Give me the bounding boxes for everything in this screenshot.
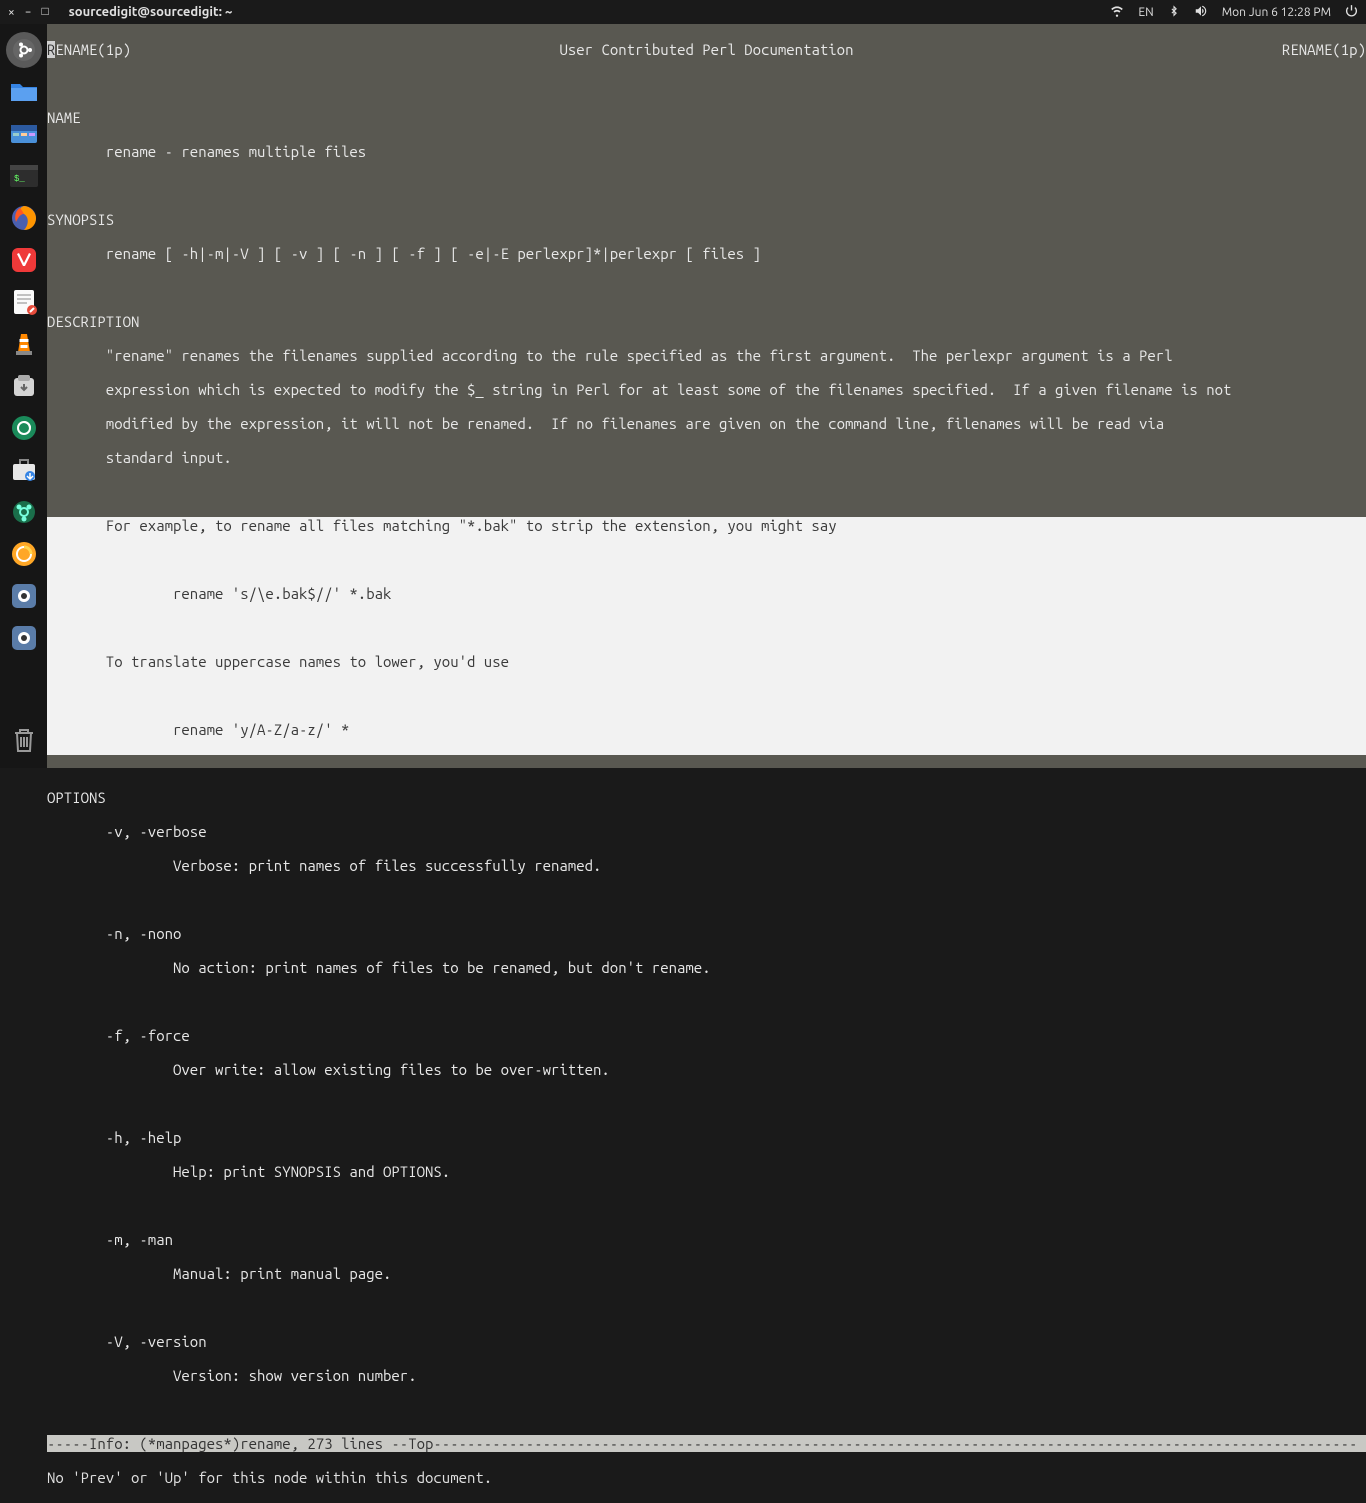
highlighted-region: For example, to rename all files matchin… <box>47 517 1366 755</box>
window-maximize-icon[interactable]: □ <box>41 5 48 19</box>
dock-vlc-icon[interactable] <box>6 326 42 362</box>
option-flag: -v, -verbose <box>47 823 1366 840</box>
desc-line: modified by the expression, it will not … <box>47 415 1366 432</box>
desc-cmd: rename 's/\e.bak$//' *.bak <box>47 585 1366 602</box>
desc-example: To translate uppercase names to lower, y… <box>47 653 1366 670</box>
blank-line <box>47 483 1366 500</box>
top-panel: × – □ sourcedigit@sourcedigit: ~ EN Mon … <box>0 0 1366 24</box>
power-icon[interactable] <box>1345 4 1358 20</box>
option-flag: -n, -nono <box>47 925 1366 942</box>
clock[interactable]: Mon Jun 6 12:28 PM <box>1222 6 1331 19</box>
dock-files-icon[interactable] <box>6 74 42 110</box>
option-flag: -f, -force <box>47 1027 1366 1044</box>
dock-games-icon[interactable] <box>6 536 42 572</box>
option-desc: Manual: print manual page. <box>47 1265 1366 1282</box>
svg-text:$_: $_ <box>14 174 25 184</box>
terminal-window[interactable]: RENAME(1p) User Contributed Perl Document… <box>47 24 1366 768</box>
blank-line <box>47 1197 1366 1214</box>
volume-icon[interactable] <box>1194 4 1208 21</box>
minibuffer-message: No 'Prev' or 'Up' for this node within t… <box>47 1469 1366 1486</box>
blank-line <box>47 687 1366 704</box>
desc-line: "rename" renames the filenames supplied … <box>47 347 1366 364</box>
option-flag: -m, -man <box>47 1231 1366 1248</box>
desc-example: For example, to rename all files matchin… <box>47 517 1366 534</box>
status-area: EN Mon Jun 6 12:28 PM <box>1110 4 1358 21</box>
emacs-modeline: -----Info: (*manpages*)rename, 273 lines… <box>47 1435 1366 1452</box>
blank-line <box>47 1401 1366 1418</box>
option-desc: Version: show version number. <box>47 1367 1366 1384</box>
desc-line: expression which is expected to modify t… <box>47 381 1366 398</box>
blank-line <box>47 279 1366 296</box>
dock-help-icon[interactable] <box>6 494 42 530</box>
dock-archive-icon[interactable] <box>6 368 42 404</box>
window-title: sourcedigit@sourcedigit: ~ <box>69 5 233 19</box>
blank-line <box>47 891 1366 908</box>
section-options: OPTIONS <box>47 789 1366 806</box>
section-description: DESCRIPTION <box>47 313 1366 330</box>
dock-shutter-icon[interactable] <box>6 578 42 614</box>
option-flag: -h, -help <box>47 1129 1366 1146</box>
blank-line <box>47 75 1366 92</box>
option-flag: -V, -version <box>47 1333 1366 1350</box>
man-header-line: RENAME(1p) User Contributed Perl Document… <box>47 41 1366 58</box>
dock-files2-icon[interactable] <box>6 116 42 152</box>
dock: $_ <box>0 24 47 768</box>
dock-camera-icon[interactable] <box>6 410 42 446</box>
name-body: rename - renames multiple files <box>47 143 1366 160</box>
blank-line <box>47 993 1366 1010</box>
man-header-center: User Contributed Perl Documentation <box>559 41 853 58</box>
language-indicator[interactable]: EN <box>1138 6 1153 19</box>
cursor: R <box>47 41 55 58</box>
section-name: NAME <box>47 109 1366 126</box>
man-header-right: RENAME(1p) <box>1282 41 1366 58</box>
dock-ubuntu-icon[interactable] <box>6 32 42 68</box>
wifi-icon[interactable] <box>1110 4 1124 21</box>
option-desc: No action: print names of files to be re… <box>47 959 1366 976</box>
blank-line <box>47 1299 1366 1316</box>
option-desc: Help: print SYNOPSIS and OPTIONS. <box>47 1163 1366 1180</box>
dock-firefox-icon[interactable] <box>6 200 42 236</box>
option-desc: Verbose: print names of files successful… <box>47 857 1366 874</box>
blank-line <box>47 1095 1366 1112</box>
bluetooth-icon[interactable] <box>1168 4 1180 21</box>
option-desc: Over write: allow existing files to be o… <box>47 1061 1366 1078</box>
dock-shutter2-icon[interactable] <box>6 620 42 656</box>
dock-software-icon[interactable] <box>6 452 42 488</box>
desc-cmd: rename 'y/A-Z/a-z/' * <box>47 721 1366 738</box>
synopsis-body: rename [ -h|-m|-V ] [ -v ] [ -n ] [ -f ]… <box>47 245 1366 262</box>
dock-trash-icon[interactable] <box>6 722 42 758</box>
blank-line <box>47 755 1366 772</box>
window-close-icon[interactable]: × <box>8 6 15 19</box>
blank-line <box>47 619 1366 636</box>
window-minimize-icon[interactable]: – <box>25 6 32 19</box>
dock-terminal-icon[interactable]: $_ <box>6 158 42 194</box>
section-synopsis: SYNOPSIS <box>47 211 1366 228</box>
dock-editor-icon[interactable] <box>6 284 42 320</box>
blank-line <box>47 551 1366 568</box>
desc-line: standard input. <box>47 449 1366 466</box>
dock-vivaldi-icon[interactable] <box>6 242 42 278</box>
blank-line <box>47 177 1366 194</box>
